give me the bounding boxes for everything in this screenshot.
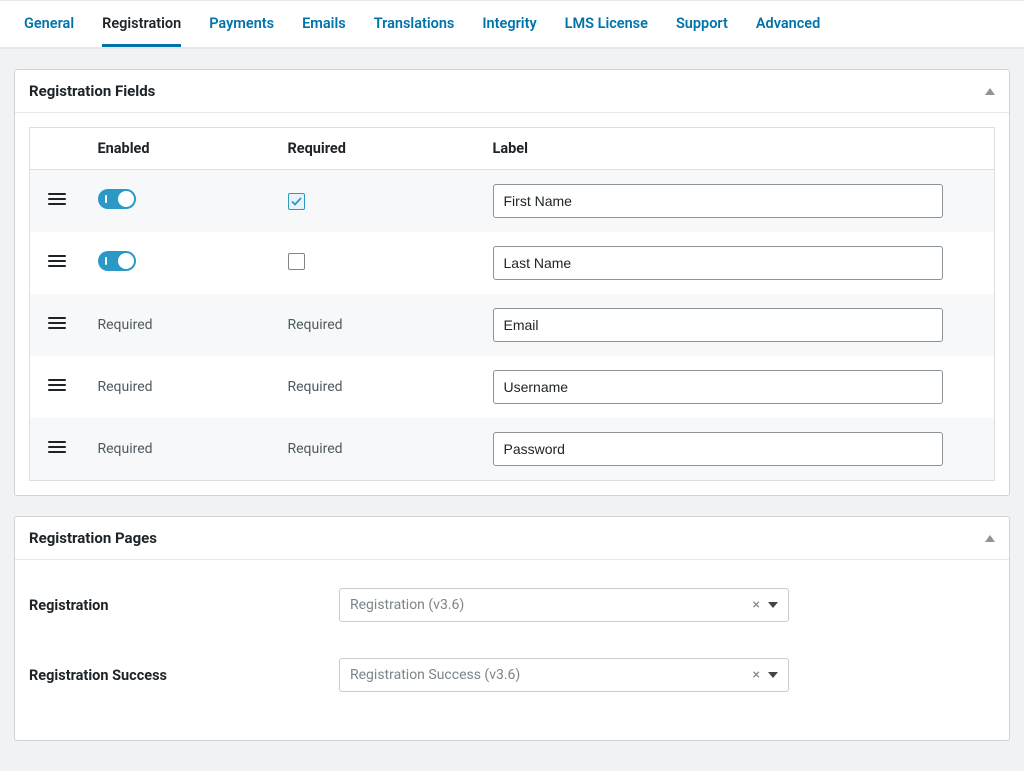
tab-translations[interactable]: Translations: [374, 1, 455, 47]
tab-integrity[interactable]: Integrity: [482, 1, 536, 47]
required-fixed-text: Required: [288, 441, 343, 457]
form-label: Registration: [29, 597, 339, 614]
enabled-fixed-text: Required: [98, 441, 153, 457]
tab-payments[interactable]: Payments: [209, 1, 274, 47]
col-header-enabled: Enabled: [84, 128, 274, 170]
table-row: Required Required: [30, 356, 995, 418]
tab-support[interactable]: Support: [676, 1, 728, 47]
panel-title: Registration Pages: [29, 529, 157, 547]
drag-handle-icon[interactable]: [48, 438, 66, 456]
enabled-fixed-text: Required: [98, 379, 153, 395]
enabled-fixed-text: Required: [98, 317, 153, 333]
registration-success-page-select[interactable]: Registration Success (v3.6) ×: [339, 658, 789, 692]
settings-tab-bar: General Registration Payments Emails Tra…: [0, 0, 1024, 49]
field-label-input[interactable]: [493, 308, 943, 342]
required-checkbox[interactable]: [288, 193, 305, 210]
field-label-input[interactable]: [493, 246, 943, 280]
panel-header[interactable]: Registration Fields: [15, 70, 1009, 113]
drag-handle-icon[interactable]: [48, 190, 66, 208]
drag-handle-icon[interactable]: [48, 252, 66, 270]
col-header-label: Label: [479, 128, 995, 170]
select-value: Registration (v3.6): [350, 597, 464, 613]
page-select-row: Registration Registration (v3.6) ×: [29, 578, 995, 632]
drag-handle-icon[interactable]: [48, 314, 66, 332]
chevron-down-icon[interactable]: [768, 672, 778, 678]
clear-icon[interactable]: ×: [753, 597, 760, 613]
panel-title: Registration Fields: [29, 82, 155, 100]
drag-handle-icon[interactable]: [48, 376, 66, 394]
tab-registration[interactable]: Registration: [102, 1, 181, 47]
col-header-required: Required: [274, 128, 479, 170]
tab-emails[interactable]: Emails: [302, 1, 346, 47]
tab-general[interactable]: General: [24, 1, 74, 47]
registration-page-select[interactable]: Registration (v3.6) ×: [339, 588, 789, 622]
select-value: Registration Success (v3.6): [350, 667, 520, 683]
table-row: [30, 232, 995, 294]
enabled-toggle[interactable]: [98, 251, 136, 271]
form-label: Registration Success: [29, 667, 339, 684]
clear-icon[interactable]: ×: [753, 667, 760, 683]
required-fixed-text: Required: [288, 379, 343, 395]
registration-fields-panel: Registration Fields Enabled Required Lab…: [14, 69, 1010, 496]
page-select-row: Registration Success Registration Succes…: [29, 648, 995, 702]
table-row: Required Required: [30, 294, 995, 356]
tab-advanced[interactable]: Advanced: [756, 1, 820, 47]
registration-fields-table: Enabled Required Label: [29, 127, 995, 481]
field-label-input[interactable]: [493, 184, 943, 218]
tab-lms-license[interactable]: LMS License: [565, 1, 648, 47]
field-label-input[interactable]: [493, 370, 943, 404]
registration-pages-panel: Registration Pages Registration Registra…: [14, 516, 1010, 741]
table-row: Required Required: [30, 418, 995, 481]
required-checkbox[interactable]: [288, 253, 305, 270]
collapse-icon[interactable]: [985, 88, 995, 95]
collapse-icon[interactable]: [985, 535, 995, 542]
required-fixed-text: Required: [288, 317, 343, 333]
table-row: [30, 170, 995, 233]
panel-header[interactable]: Registration Pages: [15, 517, 1009, 560]
field-label-input[interactable]: [493, 432, 943, 466]
enabled-toggle[interactable]: [98, 189, 136, 209]
chevron-down-icon[interactable]: [768, 602, 778, 608]
